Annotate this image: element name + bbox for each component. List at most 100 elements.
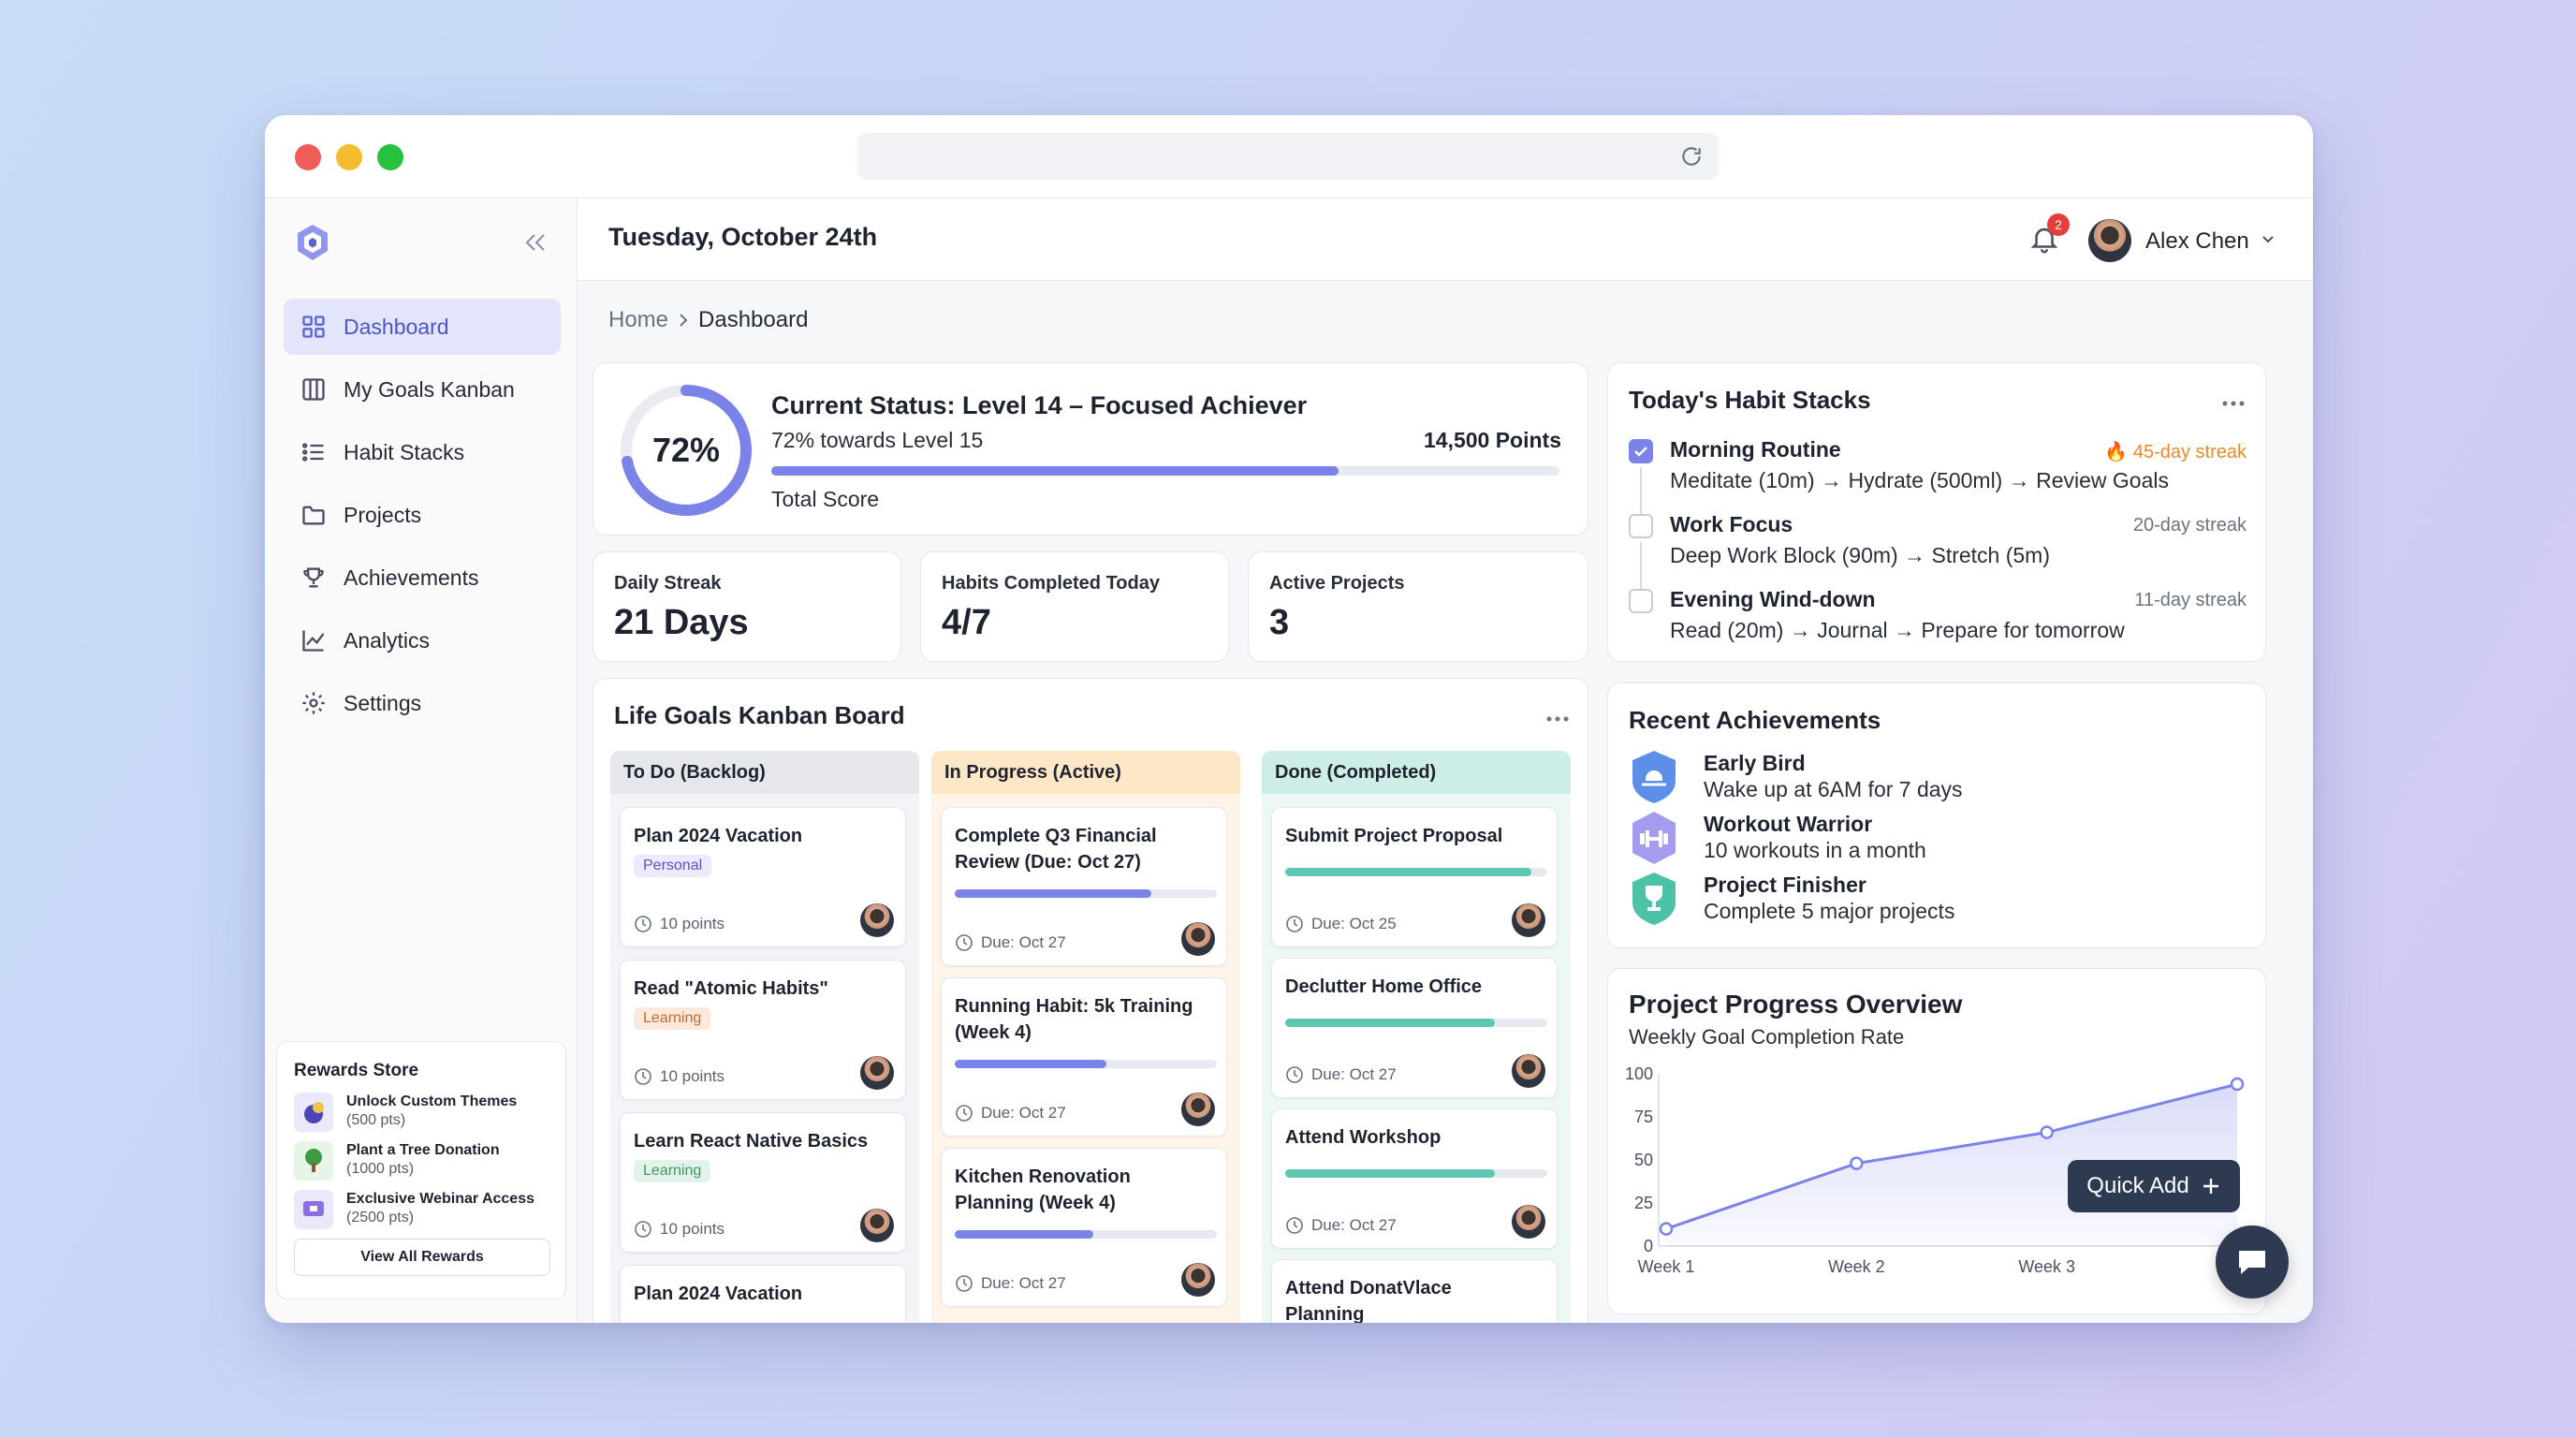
dumbbell-badge-icon	[1632, 812, 1676, 864]
column-header: Done (Completed)	[1262, 751, 1571, 794]
kanban-card[interactable]: Attend Workshop Due: Oct 27	[1271, 1108, 1558, 1249]
sidebar-item-achievements[interactable]: Achievements	[284, 550, 561, 606]
maximize-window-button[interactable]	[377, 144, 403, 170]
user-avatar[interactable]	[2088, 219, 2131, 262]
card-progress-bar	[1285, 1019, 1547, 1027]
view-all-rewards-button[interactable]: View All Rewards	[294, 1239, 550, 1276]
more-options-icon[interactable]	[2220, 399, 2247, 408]
stat-daily-streak: Daily Streak 21 Days	[593, 551, 901, 662]
reward-cost: (500 pts)	[346, 1112, 406, 1128]
app-logo-icon	[298, 225, 328, 260]
rewards-title: Rewards Store	[294, 1061, 419, 1080]
more-options-icon[interactable]	[1544, 714, 1571, 724]
sidebar-item-label: Projects	[344, 502, 422, 527]
card-progress-fill	[1285, 868, 1532, 876]
minimize-window-button[interactable]	[336, 144, 362, 170]
card-due: Due: Oct 27	[955, 933, 1066, 952]
card-points: 10 points	[634, 915, 724, 933]
kanban-card[interactable]: Attend DonatVlace Planning	[1271, 1259, 1558, 1323]
trophy-badge-icon	[1632, 873, 1676, 925]
due-label: Due: Oct 27	[1311, 1065, 1397, 1083]
sidebar-item-habit-stacks[interactable]: Habit Stacks	[284, 424, 561, 480]
kanban-column-done: Done (Completed) Submit Project Proposal…	[1262, 751, 1571, 1323]
stat-label: Active Projects	[1269, 573, 1405, 594]
grid-icon	[302, 315, 325, 338]
reward-item[interactable]: Plant a Tree Donation (1000 pts)	[294, 1141, 549, 1181]
sidebar-item-goals-kanban[interactable]: My Goals Kanban	[284, 361, 561, 418]
list-icon	[301, 443, 324, 462]
kanban-card[interactable]: Learn React Native Basics Learning 10 po…	[620, 1112, 906, 1253]
kanban-card[interactable]: Read "Atomic Habits" Learning 10 points	[620, 960, 906, 1100]
data-point	[1850, 1156, 1864, 1170]
sidebar-nav: Dashboard My Goals Kanban Habit Stacks P…	[284, 299, 561, 738]
sidebar-item-label: Achievements	[344, 565, 479, 590]
card-progress-bar	[955, 1060, 1217, 1068]
stat-value: 4/7	[942, 603, 991, 642]
chevron-down-icon[interactable]	[2261, 234, 2276, 245]
stat-value: 21 Days	[614, 603, 749, 642]
quick-add-button[interactable]: Quick Add	[2068, 1160, 2240, 1212]
habit-checkbox[interactable]	[1629, 514, 1653, 538]
habit-checkbox[interactable]	[1629, 589, 1653, 613]
card-points: 10 points	[634, 1067, 724, 1086]
kanban-card[interactable]: Plan 2024 Vacation	[620, 1265, 906, 1323]
habit-name: Evening Wind-down	[1670, 587, 1876, 611]
collapse-sidebar-icon[interactable]	[523, 232, 548, 253]
due-label: Due: Oct 27	[981, 933, 1066, 951]
tag-badge: Personal	[634, 855, 712, 877]
kanban-card[interactable]: Submit Project Proposal Due: Oct 25	[1271, 807, 1558, 947]
chat-button[interactable]	[2216, 1225, 2289, 1299]
card-progress-bar	[955, 889, 1217, 898]
kanban-column-todo: To Do (Backlog) Plan 2024 Vacation Perso…	[610, 751, 919, 1323]
card-due: Due: Oct 27	[1285, 1216, 1397, 1235]
card-title: Declutter Home Office	[1285, 976, 1483, 997]
kanban-card[interactable]: Declutter Home Office Due: Oct 27	[1271, 958, 1558, 1098]
assignee-avatar	[1512, 1205, 1545, 1239]
card-title: Complete Q3 Financial Review (Due: Oct 2…	[955, 826, 1157, 873]
habit-item: Evening Wind-down Read (20m) → Journal →…	[1629, 583, 2247, 649]
sidebar-item-dashboard[interactable]: Dashboard	[284, 299, 561, 355]
card-progress-bar	[1285, 868, 1547, 876]
user-name[interactable]: Alex Chen	[2145, 228, 2249, 255]
kanban-card[interactable]: Running Habit: 5k Training (Week 4) Due:…	[941, 977, 1227, 1137]
reward-item[interactable]: Exclusive Webinar Access (2500 pts)	[294, 1190, 549, 1229]
habit-checkbox[interactable]	[1629, 439, 1653, 463]
card-title: Plan 2024 Vacation	[634, 1284, 803, 1304]
points-label: 10 points	[660, 1220, 724, 1238]
reward-item[interactable]: Unlock Custom Themes (500 pts)	[294, 1093, 549, 1132]
assignee-avatar	[1512, 1054, 1545, 1088]
sidebar-item-analytics[interactable]: Analytics	[284, 612, 561, 668]
card-title: Attend Workshop	[1285, 1127, 1442, 1148]
breadcrumb-home[interactable]: Home	[608, 307, 668, 333]
kanban-title: Life Goals Kanban Board	[614, 701, 905, 729]
card-progress-fill	[1285, 1019, 1495, 1027]
folder-icon	[302, 506, 325, 525]
sidebar: Dashboard My Goals Kanban Habit Stacks P…	[265, 198, 578, 1323]
chart-icon	[302, 630, 325, 652]
card-progress-fill	[955, 1060, 1107, 1068]
reward-cost: (1000 pts)	[346, 1161, 415, 1177]
card-progress-fill	[955, 889, 1151, 898]
stat-value: 3	[1269, 603, 1290, 642]
habit-item: Morning Routine Meditate (10m) → Hydrate…	[1629, 433, 2247, 536]
clock-icon	[1286, 916, 1303, 932]
close-window-button[interactable]	[295, 144, 321, 170]
habit-name: Work Focus	[1670, 512, 1793, 536]
habit-steps: Meditate (10m) → Hydrate (500ml) → Revie…	[1670, 468, 2169, 492]
y-tick-label: 50	[1634, 1151, 1653, 1169]
habit-streak: 🔥 45-day streak	[2104, 442, 2247, 462]
kanban-card[interactable]: Plan 2024 Vacation Personal 10 points	[620, 807, 906, 947]
sidebar-item-settings[interactable]: Settings	[284, 675, 561, 731]
achievement-item: Workout Warrior 10 workouts in a month	[1629, 810, 2247, 868]
card-title: Running Habit: 5k Training (Week 4)	[955, 996, 1193, 1043]
reload-icon[interactable]	[1679, 144, 1704, 169]
breadcrumb: Home Dashboard	[608, 307, 808, 333]
clock-icon	[956, 1105, 973, 1122]
address-bar[interactable]	[857, 133, 1719, 180]
kanban-card[interactable]: Kitchen Renovation Planning (Week 4) Due…	[941, 1148, 1227, 1307]
card-title: Attend DonatVlace Planning	[1285, 1278, 1452, 1323]
sidebar-item-projects[interactable]: Projects	[284, 487, 561, 543]
check-icon	[1634, 447, 1647, 457]
kanban-card[interactable]: Complete Q3 Financial Review (Due: Oct 2…	[941, 807, 1227, 966]
sidebar-item-label: My Goals Kanban	[344, 376, 515, 402]
